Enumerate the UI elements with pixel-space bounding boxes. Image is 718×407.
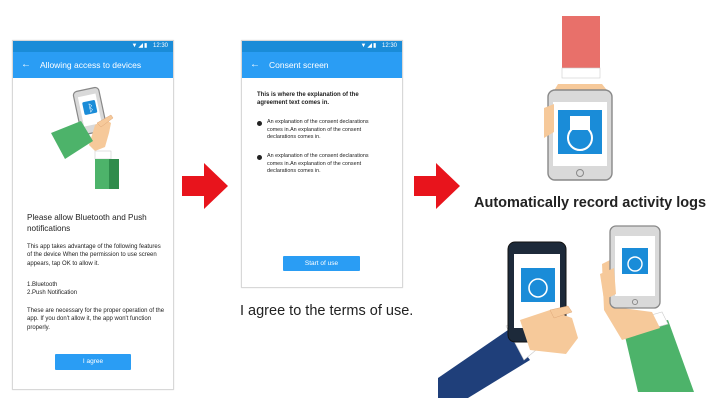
right-arrow-icon	[182, 163, 228, 209]
app-bar: ← Allowing access to devices	[13, 52, 173, 78]
back-arrow-icon[interactable]: ←	[250, 52, 260, 78]
permission-intro: This app takes advantage of the followin…	[27, 244, 161, 267]
phone-illustration-bottom-right	[600, 225, 694, 392]
bullet-icon	[257, 121, 262, 126]
phone-illustration-top	[544, 16, 613, 181]
consent-bullet: An explanation of the consent declaratio…	[267, 119, 369, 140]
status-icons: ▼◢▮	[131, 43, 149, 49]
consent-bullet: An explanation of the consent declaratio…	[267, 153, 369, 174]
consent-intro: This is where the explanation of the agr…	[257, 92, 359, 106]
status-bar: ▼◢▮ 12:30	[242, 41, 402, 52]
page-title: Allowing access to devices	[40, 60, 142, 70]
app-bar: ← Consent screen	[242, 52, 402, 78]
phone-illustration-bottom-left	[438, 241, 578, 398]
permission-item-push: 2.Push Notification	[27, 290, 78, 296]
start-of-use-button[interactable]: Start of use	[283, 256, 360, 271]
agree-caption: I agree to the terms of use.	[240, 303, 414, 319]
page-title: Consent screen	[269, 60, 329, 70]
permission-note: These are necessary for the proper opera…	[27, 308, 165, 331]
app-logo-icon	[622, 248, 648, 274]
screen-consent: ▼◢▮ 12:30 ← Consent screen This is where…	[241, 40, 403, 288]
right-arrow-icon	[414, 163, 460, 209]
back-arrow-icon[interactable]: ←	[21, 52, 31, 78]
record-caption: Automatically record activity logs	[474, 195, 707, 211]
status-time: 12:30	[381, 43, 397, 49]
bluetooth-permission-illustration: ᛒ	[51, 86, 119, 189]
red-sleeve	[562, 16, 600, 72]
agree-button[interactable]: I agree	[55, 354, 131, 370]
screen-allowing-access: ▼◢▮ 12:30 ← Allowing access to devices ᛒ…	[12, 40, 174, 390]
status-bar: ▼◢▮ 12:30	[13, 41, 173, 52]
permission-heading: Please allow Bluetooth and Push notifica…	[27, 213, 147, 233]
bullet-icon	[257, 155, 262, 160]
status-icons: ▼◢▮	[360, 43, 378, 49]
status-time: 12:30	[152, 43, 168, 49]
